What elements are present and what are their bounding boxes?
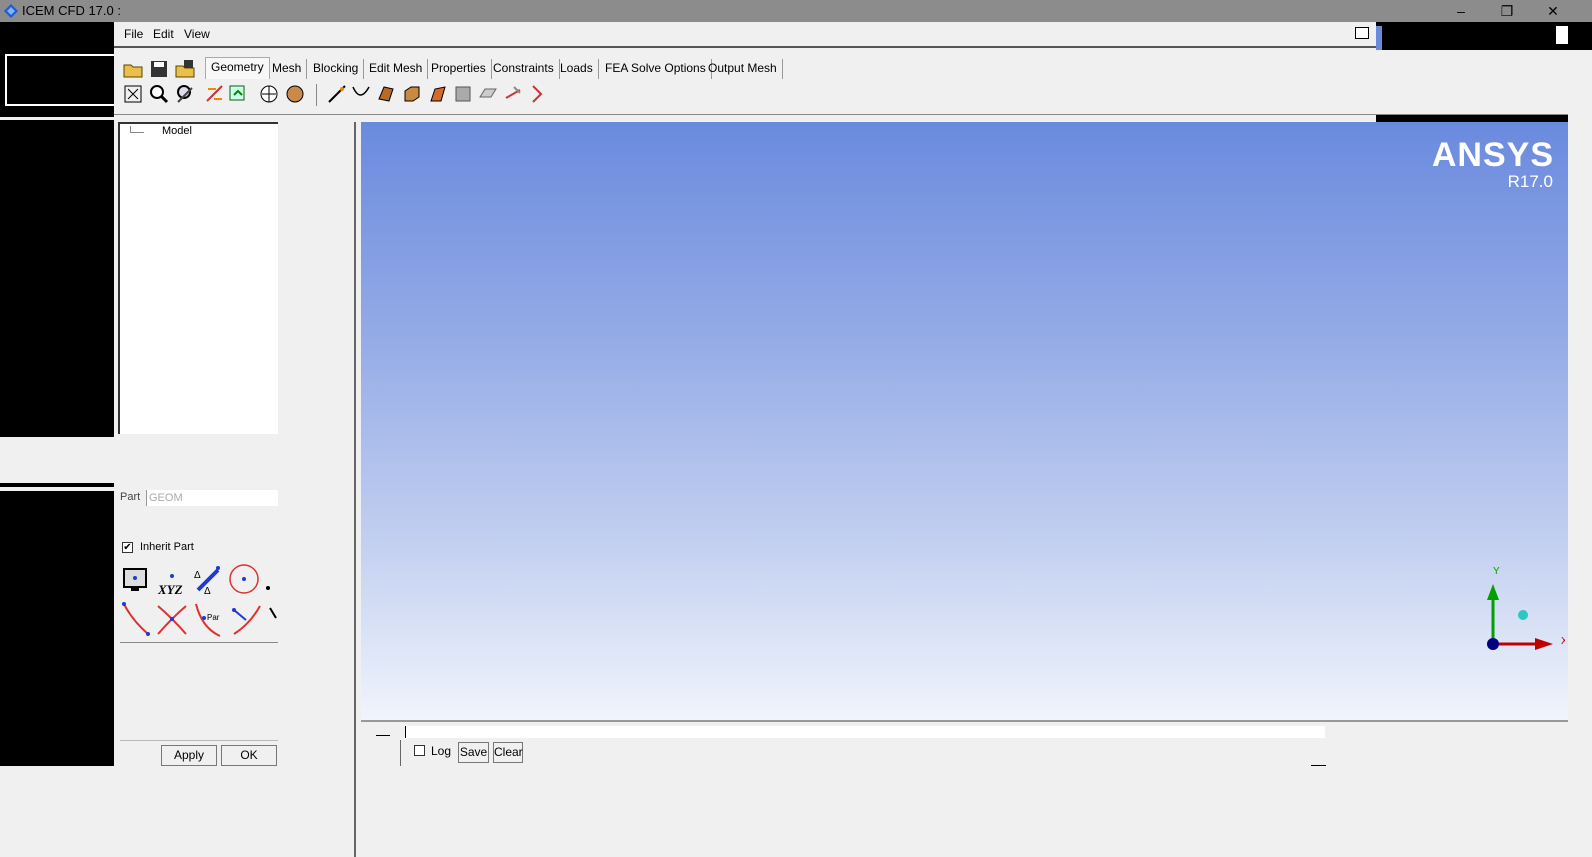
- save-as-icon[interactable]: [174, 58, 196, 80]
- open-folder-icon[interactable]: [122, 58, 144, 80]
- midsurface-icon[interactable]: [477, 83, 499, 105]
- tab-fea-solve-options[interactable]: FEA Solve Options: [600, 59, 712, 79]
- more-points-icon[interactable]: [262, 578, 278, 594]
- measure-icon[interactable]: [174, 83, 196, 105]
- more-curve-points-icon[interactable]: [266, 604, 278, 630]
- black-panel-frame: [5, 54, 114, 106]
- tab-output-mesh[interactable]: Output Mesh: [703, 59, 783, 79]
- axis-x-label: X: [1561, 636, 1565, 647]
- transform-icon[interactable]: [227, 83, 249, 105]
- menu-edit[interactable]: Edit: [153, 27, 174, 41]
- close-button[interactable]: ✕: [1530, 0, 1576, 22]
- ok-button[interactable]: OK: [221, 745, 277, 766]
- tab-constraints[interactable]: Constraints: [488, 59, 560, 79]
- project-point-to-curve-icon[interactable]: [228, 600, 264, 638]
- inherit-part-checkbox[interactable]: ✔: [122, 542, 133, 553]
- message-area: [361, 720, 1568, 857]
- model-tree: [118, 122, 278, 434]
- black-region-left-lower: [0, 491, 114, 766]
- window-title: ICEM CFD 17.0 :: [22, 3, 121, 18]
- log-checkbox[interactable]: [414, 745, 425, 756]
- ansys-logo: ANSYS: [1431, 136, 1554, 174]
- restore-window-icon[interactable]: [1355, 27, 1369, 39]
- maximize-button[interactable]: ❐: [1484, 0, 1530, 22]
- screen-select-point-icon[interactable]: [122, 567, 150, 595]
- part-label: Part: [120, 491, 141, 503]
- title-bar: [0, 0, 1592, 22]
- part-input[interactable]: GEOM: [146, 490, 278, 506]
- black-region-left: [0, 117, 114, 437]
- delete-geometry-icon[interactable]: [502, 83, 524, 105]
- create-curve-icon[interactable]: [350, 83, 372, 105]
- tab-edit-mesh[interactable]: Edit Mesh: [364, 59, 429, 79]
- tree-item-model[interactable]: Model: [162, 125, 192, 137]
- menu-view[interactable]: View: [184, 27, 210, 41]
- surface-ops-icon[interactable]: [427, 83, 449, 105]
- tab-blocking[interactable]: Blocking: [308, 59, 365, 79]
- message-window[interactable]: [405, 726, 1325, 738]
- save-icon[interactable]: [148, 58, 170, 80]
- svg-text:Δ: Δ: [194, 570, 201, 581]
- menu-bar: File Edit View: [114, 22, 1376, 48]
- mesh-surface-icon[interactable]: [452, 83, 474, 105]
- apply-button[interactable]: Apply: [161, 745, 217, 766]
- offset-point-icon[interactable]: ΔΔ: [192, 564, 222, 596]
- svg-text:Par: Par: [207, 613, 220, 622]
- center-of-arc-icon[interactable]: [226, 562, 262, 596]
- axis-triad-icon[interactable]: Y X: [1475, 562, 1565, 658]
- panel-separator: [120, 642, 278, 643]
- graphics-viewport[interactable]: ANSYS R17.0 Y X: [361, 122, 1568, 720]
- create-box-icon[interactable]: [401, 83, 423, 105]
- repair-geometry-icon[interactable]: [204, 83, 226, 105]
- inherit-part-label: Inherit Part: [140, 541, 194, 553]
- cut-icon[interactable]: [527, 83, 549, 105]
- minimize-button[interactable]: –: [1438, 0, 1484, 22]
- create-body-icon[interactable]: [258, 83, 280, 105]
- panel-splitter[interactable]: [354, 122, 356, 857]
- ansys-version: R17.0: [1507, 172, 1553, 191]
- axis-y-label: Y: [1493, 566, 1500, 577]
- fit-window-icon[interactable]: [122, 83, 144, 105]
- svg-text:XYZ: XYZ: [157, 582, 183, 597]
- save-log-button[interactable]: Save: [458, 742, 489, 763]
- curve-intersection-icon[interactable]: [154, 600, 190, 638]
- create-surface-icon[interactable]: [375, 83, 397, 105]
- menu-file[interactable]: File: [124, 27, 143, 41]
- tab-properties[interactable]: Properties: [426, 59, 492, 79]
- curve-end-points-icon[interactable]: [120, 600, 154, 638]
- icem-app-icon: [4, 4, 18, 18]
- log-label: Log: [431, 744, 452, 758]
- message-collapse-icon[interactable]: [376, 730, 390, 736]
- parameter-along-curve-icon[interactable]: Par: [192, 600, 226, 638]
- message-resize-icon[interactable]: [1311, 765, 1326, 766]
- tab-loads[interactable]: Loads: [555, 59, 599, 79]
- tab-geometry[interactable]: Geometry: [205, 57, 270, 79]
- clear-log-button[interactable]: Clear: [493, 742, 523, 763]
- create-faceted-icon[interactable]: [284, 83, 306, 105]
- create-point-icon[interactable]: [326, 83, 348, 105]
- zoom-icon[interactable]: [148, 83, 170, 105]
- xyz-point-icon[interactable]: XYZ: [156, 570, 190, 598]
- tab-mesh[interactable]: Mesh: [267, 59, 308, 79]
- svg-text:Δ: Δ: [204, 586, 211, 596]
- tree-connector: [130, 126, 144, 133]
